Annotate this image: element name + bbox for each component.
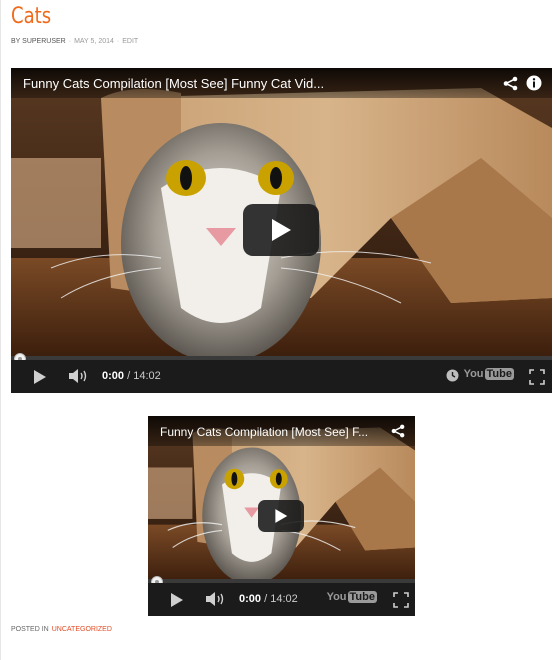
video-title-bar: Funny Cats Compilation [Most See] Funny … [11,68,552,98]
edit-link[interactable]: EDIT [122,38,138,45]
play-icon [272,219,291,241]
play-icon[interactable] [170,593,184,612]
posted-in-label: POSTED IN [11,626,49,633]
control-bar: 0:00 / 14:02 You Tube [148,583,415,616]
video-player-small[interactable]: Funny Cats Compilation [Most See] F... 0… [148,416,415,616]
fullscreen-icon[interactable] [393,592,409,613]
play-icon[interactable] [33,370,47,389]
fullscreen-icon[interactable] [529,369,545,390]
volume-icon[interactable] [69,369,89,388]
youtube-logo-tube: Tube [484,368,514,380]
share-icon[interactable] [391,424,405,443]
youtube-logo-you: You [463,368,484,380]
watch-later-icon[interactable] [446,369,459,387]
current-time: 0:00 [102,370,125,382]
youtube-logo[interactable]: You Tube [464,368,514,380]
youtube-logo-tube: Tube [347,591,377,603]
video-player-large[interactable]: Funny Cats Compilation [Most See] Funny … [11,68,552,393]
youtube-logo-you: You [326,591,347,603]
post-meta: BY SUPERUSER · MAY 5, 2014 · EDIT [11,38,138,45]
share-icon[interactable] [503,76,518,96]
video-title-bar: Funny Cats Compilation [Most See] F... [148,416,415,446]
video-title-link[interactable]: Funny Cats Compilation [Most See] Funny … [23,76,324,91]
meta-separator: · [68,38,72,45]
post-author[interactable]: BY SUPERUSER [11,38,66,45]
category-link[interactable]: UNCATEGORIZED [52,626,112,633]
control-bar: 0:00 / 14:02 You Tube [11,360,552,393]
youtube-logo[interactable]: You Tube [327,591,377,603]
info-icon[interactable] [526,75,542,96]
volume-icon[interactable] [206,592,226,611]
duration: / 14:02 [127,370,161,382]
play-icon [275,509,288,523]
time-display: 0:00 / 14:02 [239,593,298,605]
play-button[interactable] [243,204,319,256]
page-left-border [0,0,1,660]
meta-separator: · [116,38,120,45]
post-title[interactable]: Cats [11,4,51,29]
post-date[interactable]: MAY 5, 2014 [74,38,114,45]
duration: / 14:02 [264,593,298,605]
video-title-link[interactable]: Funny Cats Compilation [Most See] F... [160,425,368,439]
play-button[interactable] [258,500,304,532]
current-time: 0:00 [239,593,262,605]
post-footer: POSTED IN UNCATEGORIZED [11,626,112,633]
time-display: 0:00 / 14:02 [102,370,161,382]
